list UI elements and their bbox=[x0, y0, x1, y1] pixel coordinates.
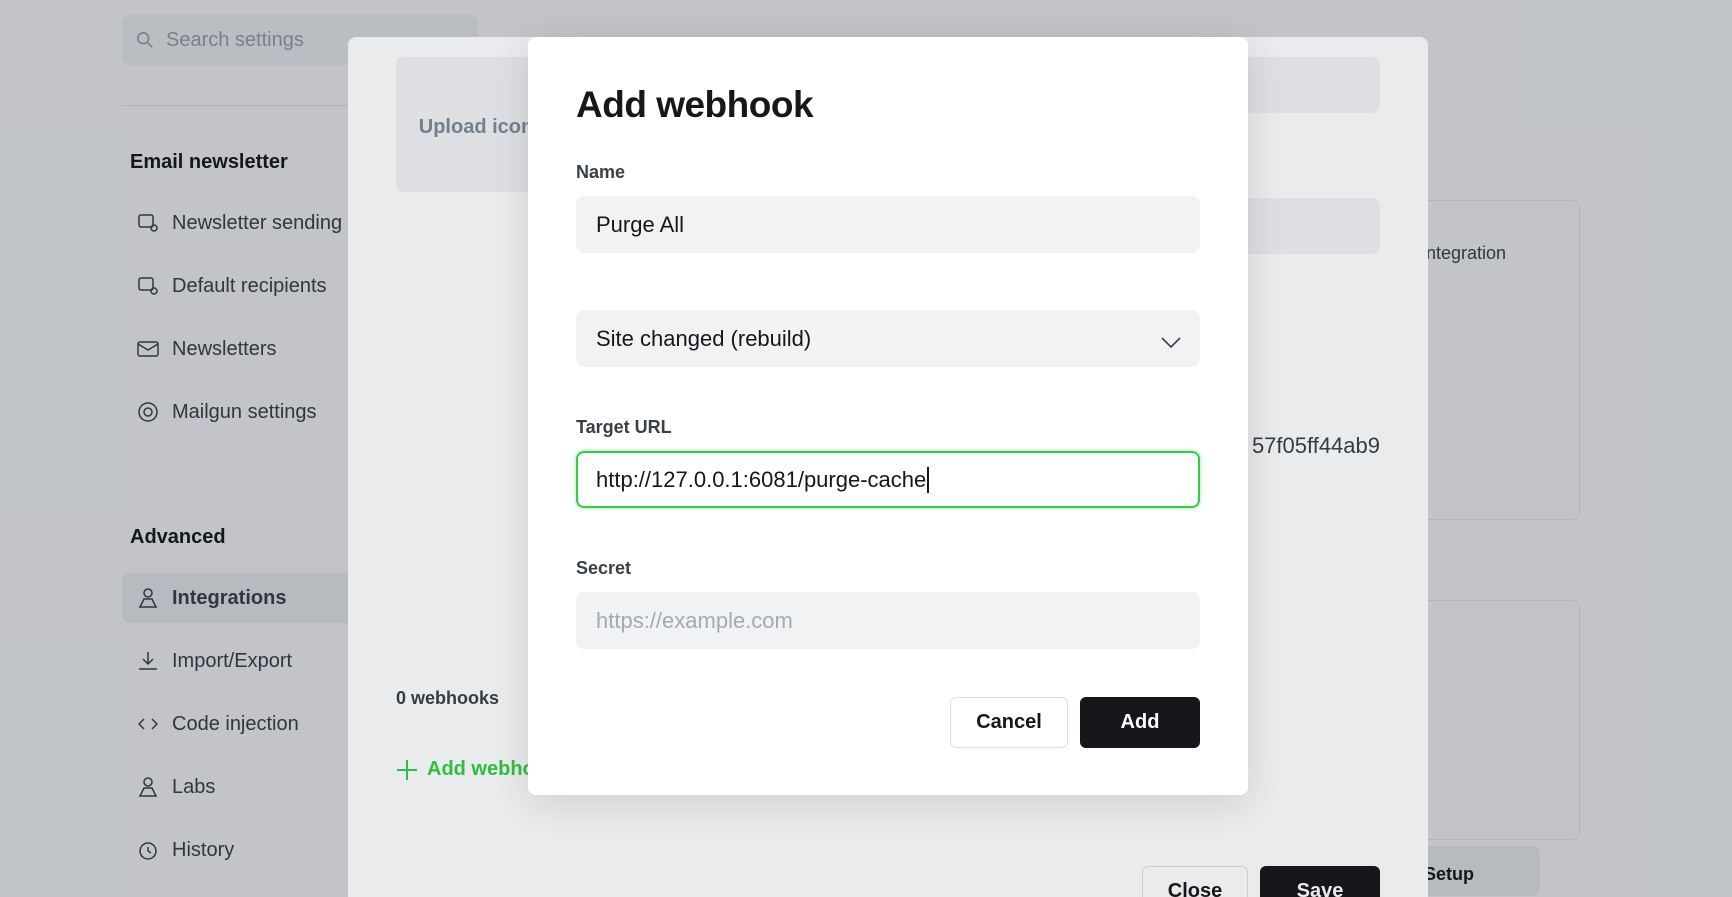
target-url-value: http://127.0.0.1:6081/purge-cache bbox=[596, 466, 927, 492]
add-webhook-dialog: Add webhook Name Purge All Site changed … bbox=[528, 37, 1248, 795]
name-input[interactable]: Purge All bbox=[576, 196, 1200, 253]
target-url-input[interactable]: http://127.0.0.1:6081/purge-cache bbox=[576, 451, 1200, 508]
add-button[interactable]: Add bbox=[1080, 697, 1200, 748]
cancel-button[interactable]: Cancel bbox=[950, 697, 1068, 748]
secret-placeholder: https://example.com bbox=[596, 607, 793, 633]
name-label: Name bbox=[576, 162, 626, 182]
dialog-title: Add webhook bbox=[576, 84, 814, 125]
name-value: Purge All bbox=[596, 211, 685, 237]
target-url-label: Target URL bbox=[576, 417, 672, 437]
text-caret bbox=[927, 466, 930, 493]
chevron-down-icon bbox=[1161, 337, 1181, 349]
secret-label: Secret bbox=[576, 558, 632, 578]
event-select[interactable]: Site changed (rebuild) bbox=[576, 310, 1200, 367]
secret-input[interactable]: https://example.com bbox=[576, 592, 1200, 649]
event-value: Site changed (rebuild) bbox=[596, 325, 812, 351]
